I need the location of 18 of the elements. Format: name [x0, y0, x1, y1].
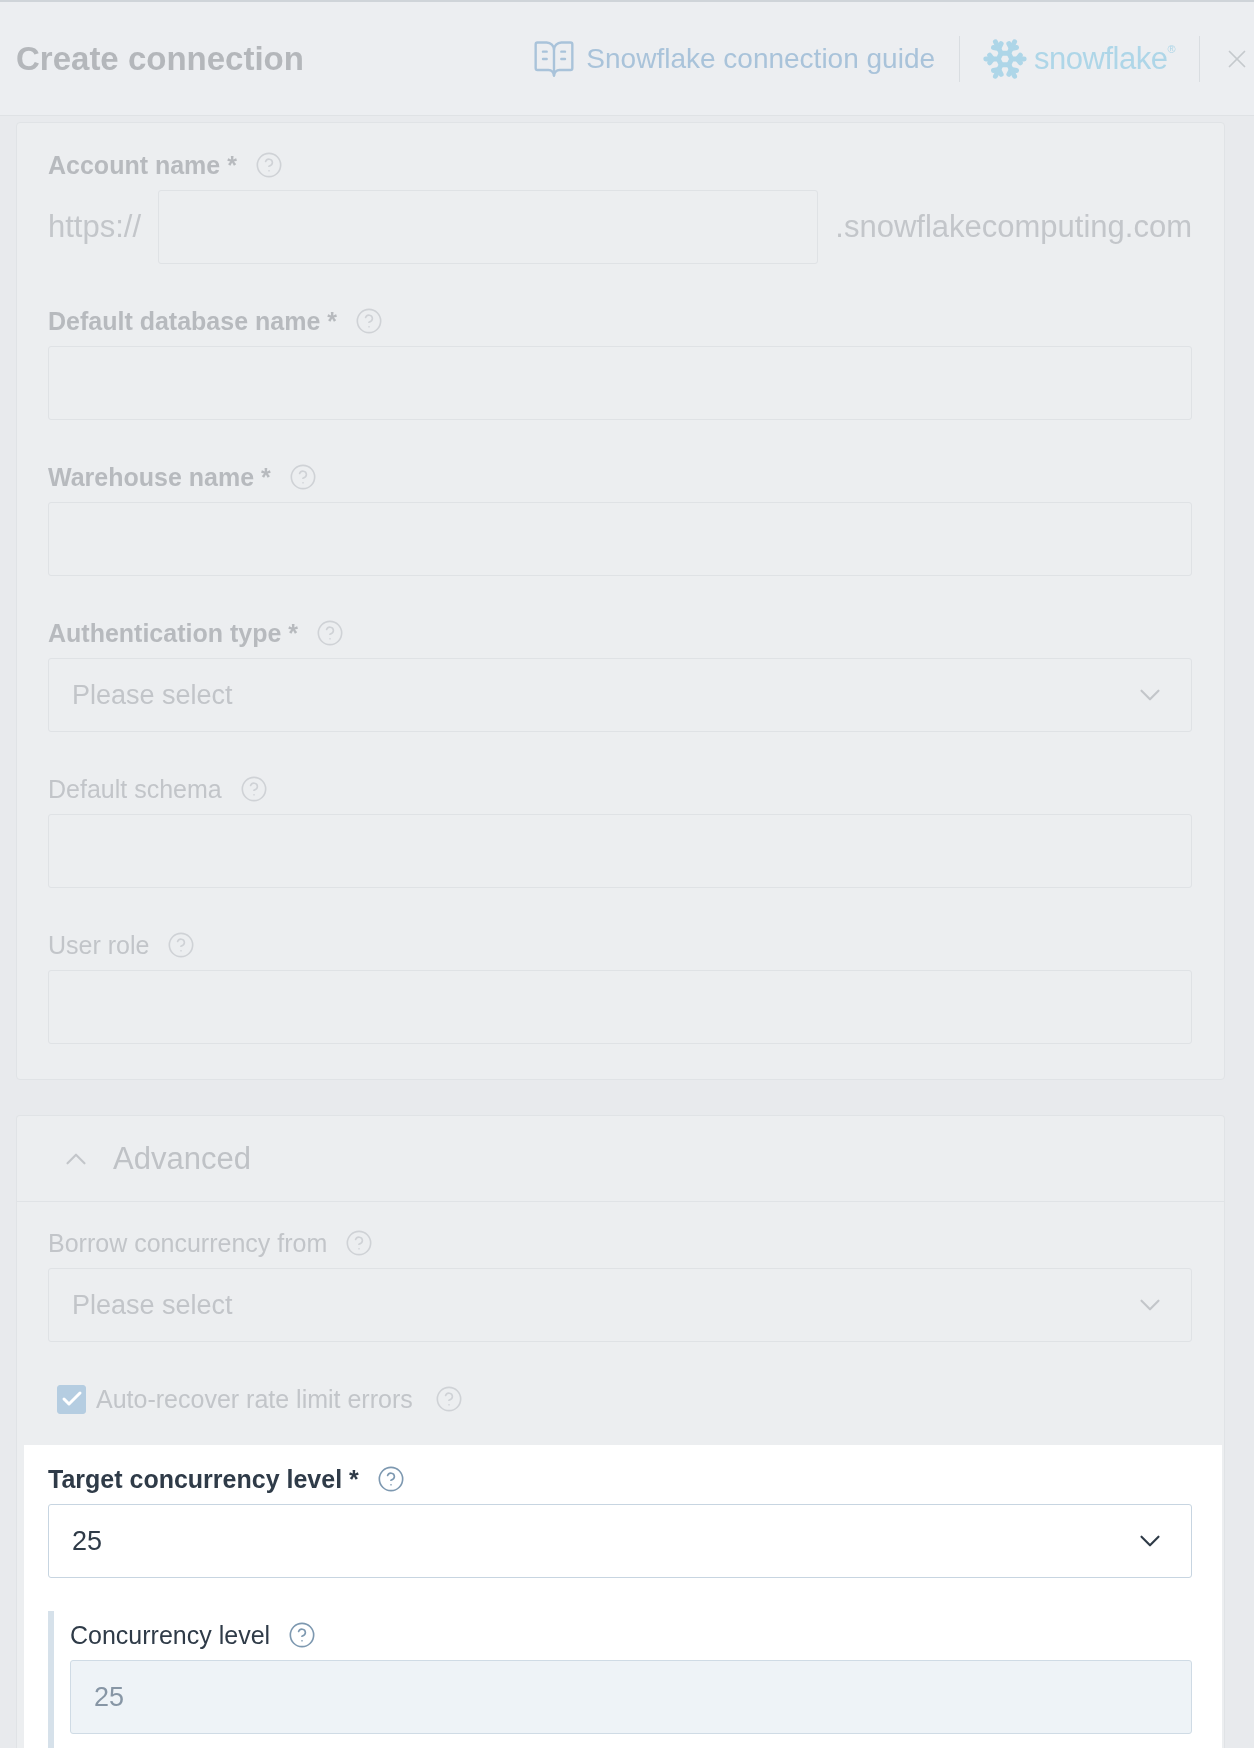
help-icon[interactable]: [254, 151, 283, 179]
help-icon[interactable]: [288, 1621, 317, 1649]
guide-link[interactable]: Snowflake connection guide: [532, 36, 936, 81]
input-field: 25: [70, 1660, 1192, 1734]
help-icon[interactable]: [376, 1465, 405, 1493]
help-icon[interactable]: [345, 1229, 374, 1257]
field-label: Concurrency level: [70, 1620, 271, 1650]
dialog-title: Create connection: [16, 39, 304, 78]
help-icon[interactable]: [167, 931, 196, 959]
help-icon[interactable]: [434, 1385, 463, 1413]
help-icon[interactable]: [316, 619, 344, 647]
help-icon[interactable]: [355, 307, 383, 335]
select-field[interactable]: 25: [48, 1504, 1192, 1578]
help-icon[interactable]: [239, 775, 268, 803]
checkbox[interactable]: [57, 1384, 86, 1414]
help-icon[interactable]: [288, 463, 317, 491]
logo-text: snowflake$^{®}$: [1034, 40, 1175, 77]
field-label: Target concurrency level *: [48, 1464, 359, 1494]
